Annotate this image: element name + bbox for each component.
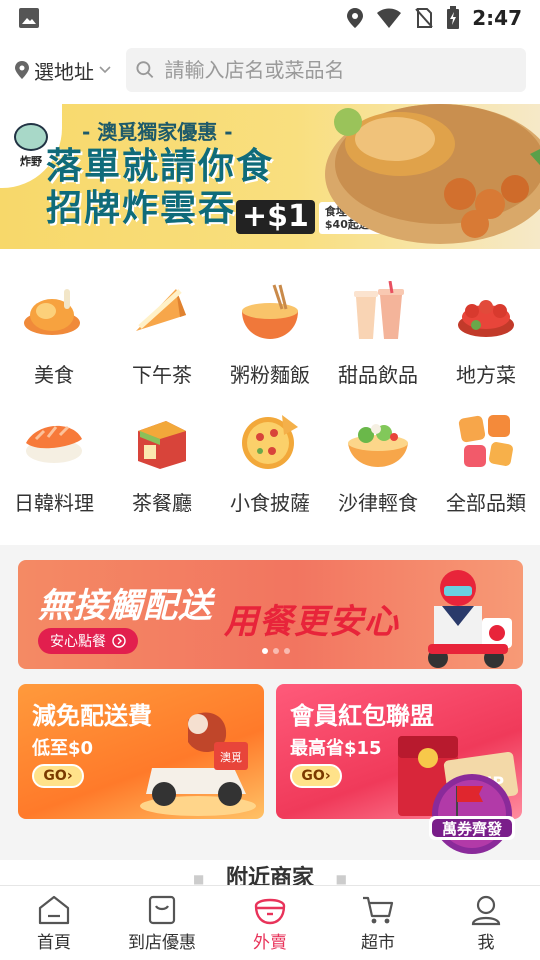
go-button[interactable]: GO › [32, 764, 84, 788]
restaurant-icon [138, 421, 186, 469]
scooter-box-text: 澳覓 [220, 751, 242, 764]
category-item[interactable]: 沙律輕食 [324, 409, 432, 516]
category-grid: 美食 下午茶 粥粉麵飯 甜品飲品 地方菜 日韓料理 茶餐廳 小食披薩 沙律輕食 … [0, 249, 540, 545]
category-item[interactable]: 日韓料理 [0, 409, 108, 516]
contactless-delivery-banner[interactable]: 無接觸配送 用餐更安心 安心點餐 [18, 560, 523, 669]
category-item[interactable]: 美食 [0, 281, 108, 388]
bubble-tea-icon [354, 281, 404, 339]
cake-icon [136, 289, 186, 331]
category-item[interactable]: 小食披薩 [216, 409, 324, 516]
store-coupon-icon [148, 895, 176, 924]
scooter-illustration: 澳覓 [140, 712, 256, 816]
takeout-icon [254, 898, 286, 924]
category-item[interactable]: 地方菜 [432, 281, 540, 388]
carousel-dot [273, 648, 279, 654]
tab-store-coupons[interactable]: 到店優惠 [108, 886, 216, 960]
tab-takeout[interactable]: 外賣 [216, 886, 324, 960]
safe-order-button[interactable]: 安心點餐 [38, 628, 138, 654]
salad-icon [348, 424, 408, 467]
hero-banner[interactable]: 炸野 - 澳覓獨家優惠 - 落單就請你食 招牌炸雲吞 +$1 食埋特價生炸雞柳 … [0, 104, 540, 249]
location-pin-icon [15, 61, 29, 79]
all-categories-icon [458, 415, 513, 467]
category-item[interactable]: 粥粉麵飯 [216, 281, 324, 388]
battery-icon [447, 6, 460, 29]
category-item[interactable]: 甜品飲品 [324, 281, 432, 388]
category-item[interactable]: 全部品類 [432, 409, 540, 516]
go-button[interactable]: GO › [290, 764, 342, 788]
promo-title-right: 用餐更安心 [224, 602, 399, 642]
crayfish-icon [458, 300, 514, 337]
pizza-icon [242, 415, 298, 469]
noodle-bowl-icon [242, 284, 298, 339]
chevron-right-icon [112, 634, 126, 648]
coupons-badge[interactable]: 萬券齊發 [427, 772, 517, 858]
promo-title-left: 無接觸配送 [38, 586, 213, 626]
rider-illustration [428, 570, 512, 668]
search-icon [136, 61, 154, 79]
category-item[interactable]: 下午茶 [108, 281, 216, 388]
sushi-icon [26, 425, 82, 463]
carousel-dot [284, 648, 290, 654]
header: 選地址 [0, 36, 540, 104]
svg-text:萬券齊發: 萬券齊發 [442, 820, 503, 838]
bottom-tab-bar: 首頁 到店優惠 外賣 超市 我 [0, 885, 540, 960]
tab-me[interactable]: 我 [432, 886, 540, 960]
wifi-icon [377, 8, 402, 28]
tab-home[interactable]: 首頁 [0, 886, 108, 960]
free-delivery-card[interactable]: 澳覓 減免配送費 低至$0 GO › [18, 684, 264, 819]
status-bar: 2:47 [0, 0, 540, 36]
location-status-icon [347, 8, 364, 28]
chevron-down-icon [99, 66, 111, 74]
banner-subtitle: - 澳覓獨家優惠 - [82, 120, 233, 144]
gallery-icon [19, 8, 39, 28]
no-sim-icon [415, 8, 433, 28]
search-input[interactable] [164, 58, 516, 82]
location-selector[interactable]: 選地址 [14, 56, 126, 85]
status-time: 2:47 [472, 6, 522, 30]
search-bar[interactable] [126, 48, 526, 92]
mascot-icon [14, 123, 48, 151]
cart-icon [363, 896, 394, 923]
fried-chicken-image [325, 104, 540, 244]
tab-supermarket[interactable]: 超市 [324, 886, 432, 960]
chicken-icon [24, 289, 80, 335]
category-item[interactable]: 茶餐廳 [108, 409, 216, 516]
profile-icon [471, 895, 501, 925]
home-icon [38, 895, 70, 924]
carousel-dot [262, 648, 268, 654]
carousel-dots [262, 648, 290, 654]
location-label: 選地址 [34, 59, 94, 84]
